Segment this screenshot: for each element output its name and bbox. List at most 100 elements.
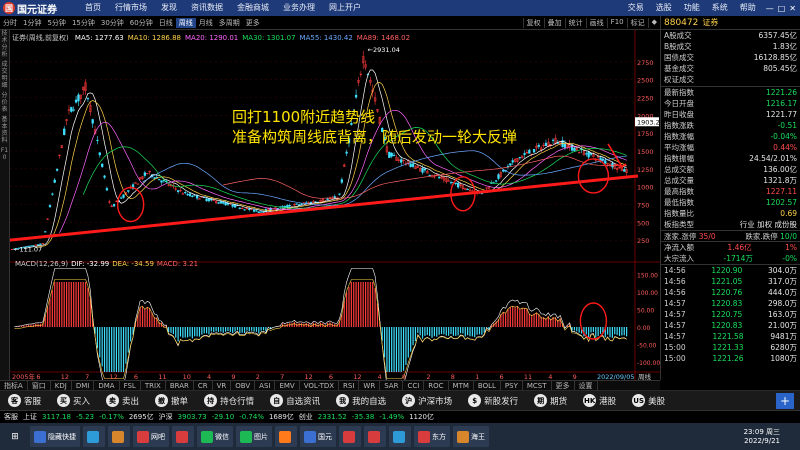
inflow-rows: 净流入额 1.46亿 1% 大宗流入 -1714万 -0% <box>661 241 800 264</box>
menu-item[interactable]: 资讯数据 <box>184 0 230 16</box>
indicator-tab[interactable]: 指标A <box>0 381 28 390</box>
period-tab[interactable]: 分时 <box>0 18 20 28</box>
right-menu-item[interactable]: 选股 <box>650 0 678 16</box>
indicator-tab[interactable]: CR <box>194 381 213 390</box>
quick-action[interactable]: 撤撤单 <box>147 394 196 407</box>
start-button[interactable]: ⊞ <box>0 432 30 442</box>
quick-action[interactable]: 客客服 <box>0 394 49 407</box>
left-tab[interactable]: F10 <box>0 147 9 161</box>
taskbar-app[interactable] <box>108 426 130 447</box>
period-tab[interactable]: 5分钟 <box>44 18 68 28</box>
menu-item[interactable]: 网上开户 <box>322 0 368 16</box>
taskbar-app[interactable] <box>364 426 386 447</box>
chart-tool-button[interactable]: F10 <box>606 17 627 28</box>
system-tray-clock[interactable]: 23:09 周三 2022/9/21 <box>744 428 800 446</box>
chart-tool-button[interactable]: 标记 <box>626 17 648 28</box>
period-tab[interactable]: 周线 <box>175 17 196 28</box>
menu-item[interactable]: 发现 <box>154 0 184 16</box>
row-key: 总成交额 <box>664 165 694 174</box>
indicator-tab[interactable]: OBV <box>231 381 256 390</box>
indicator-tab[interactable]: FSL <box>120 381 141 390</box>
taskbar-app[interactable]: 海王 <box>453 426 489 447</box>
indicator-tab[interactable]: DMI <box>72 381 95 390</box>
indicator-tab[interactable]: EMV <box>275 381 300 390</box>
taskbar-app[interactable]: 图片 <box>236 426 272 447</box>
indicator-tab[interactable]: CCI <box>403 381 425 390</box>
indicator-tab[interactable]: ROC <box>424 381 449 390</box>
indicator-tab[interactable]: MCST <box>523 381 552 390</box>
maximize-button[interactable]: □ <box>778 4 786 13</box>
indicator-tab[interactable]: MTM <box>449 381 474 390</box>
quick-action[interactable]: HK 港股 <box>575 394 624 407</box>
indicator-tab[interactable]: PSY <box>501 381 523 390</box>
taskbar-app[interactable] <box>389 426 411 447</box>
candle-body <box>454 182 457 185</box>
menu-item[interactable]: 金融商城 <box>230 0 276 16</box>
indicator-tab[interactable]: TRIX <box>141 381 166 390</box>
indicator-tab[interactable]: 设置 <box>575 381 598 390</box>
period-tab[interactable]: 日线 <box>156 18 176 28</box>
quick-action[interactable]: 自自选资讯 <box>262 394 328 407</box>
close-button[interactable]: ✕ <box>789 4 796 13</box>
indicator-tab[interactable]: VOL-TDX <box>300 381 340 390</box>
menu-item[interactable]: 首页 <box>78 0 108 16</box>
period-tab[interactable]: 15分钟 <box>69 18 98 28</box>
indicator-tab[interactable]: 窗口 <box>28 381 51 390</box>
left-tab[interactable]: 成交明细 <box>0 61 9 89</box>
taskbar-app[interactable] <box>83 426 105 447</box>
macd-value: MACD(12,26,9) <box>15 260 68 268</box>
quick-action[interactable]: 我我的自选 <box>328 394 394 407</box>
indicator-tab[interactable]: DMA <box>94 381 120 390</box>
taskbar-app[interactable] <box>339 426 361 447</box>
indicator-tab[interactable]: RSI <box>339 381 360 390</box>
quick-action[interactable]: 期期货 <box>526 394 575 407</box>
kline-chart[interactable]: 2750250022502000175015001250100075050025… <box>10 30 660 380</box>
period-tab[interactable]: 30分钟 <box>98 18 127 28</box>
indicator-tab[interactable]: WR <box>359 381 381 390</box>
indicator-tab[interactable]: BRAR <box>166 381 194 390</box>
quick-action[interactable]: 沪沪深市场 <box>394 394 460 407</box>
taskbar-app[interactable]: 微信 <box>197 426 233 447</box>
tick-list[interactable]: 14:56 1220.90 304.0万 14:56 1221.05 317.0万 14:5… <box>661 264 800 364</box>
chart-tool-button[interactable]: 叠加 <box>543 17 565 28</box>
taskbar-app[interactable]: 网吧 <box>133 426 169 447</box>
indicator-tabs: 指标A 窗口 KDJ DMI DMA FSL TRIX BRAR CR VR OBV ASI EMV VO… <box>0 380 660 390</box>
quick-action[interactable]: 卖卖出 <box>98 394 147 407</box>
right-menu-item[interactable]: 系统 <box>706 0 734 16</box>
indicator-tab[interactable]: VR <box>213 381 232 390</box>
chart-tool-button[interactable]: 统计 <box>564 17 586 28</box>
period-tab[interactable]: 多周期 <box>216 18 243 28</box>
period-tab[interactable]: 60分钟 <box>127 18 156 28</box>
indicator-tab[interactable]: KDJ <box>51 381 72 390</box>
chart-tool-button[interactable]: ◆ <box>647 17 660 28</box>
indicator-tab[interactable]: SAR <box>380 381 404 390</box>
menu-item[interactable]: 业务办理 <box>276 0 322 16</box>
menu-item[interactable]: 行情市场 <box>108 0 154 16</box>
chart-tool-button[interactable]: 画线 <box>585 17 607 28</box>
indicator-tab[interactable]: 更多 <box>552 381 575 390</box>
period-tab[interactable]: 1分钟 <box>20 18 44 28</box>
taskbar-app[interactable]: 东方 <box>414 426 450 447</box>
period-tab[interactable]: 更多 <box>243 18 263 28</box>
indicator-tab[interactable]: ASI <box>255 381 276 390</box>
right-menu-item[interactable]: 交易 <box>622 0 650 16</box>
minimize-button[interactable]: — <box>766 4 774 13</box>
left-tab[interactable]: 技术分析 <box>0 30 9 58</box>
taskbar-app[interactable] <box>172 426 194 447</box>
quick-action[interactable]: $ 新股发行 <box>460 394 526 407</box>
indicator-tab[interactable]: BOLL <box>474 381 501 390</box>
chart-tool-button[interactable]: 复权 <box>522 17 544 28</box>
taskbar-app[interactable]: 国元 <box>300 426 336 447</box>
right-menu-item[interactable]: 功能 <box>678 0 706 16</box>
taskbar-app[interactable] <box>275 426 297 447</box>
taskbar-app[interactable]: 隐藏快捷 <box>30 426 80 447</box>
quick-action[interactable]: 买买入 <box>49 394 98 407</box>
left-tab[interactable]: 基本资料 <box>0 116 9 144</box>
quick-action[interactable]: 持持仓行情 <box>196 394 262 407</box>
quick-action[interactable]: US 美股 <box>624 394 673 407</box>
right-menu-item[interactable]: 帮助 <box>734 0 762 16</box>
app-label: 东方 <box>432 432 446 441</box>
period-tab[interactable]: 月线 <box>196 18 216 28</box>
add-button[interactable]: + <box>776 392 794 409</box>
left-tab[interactable]: 分价表 <box>0 92 9 113</box>
